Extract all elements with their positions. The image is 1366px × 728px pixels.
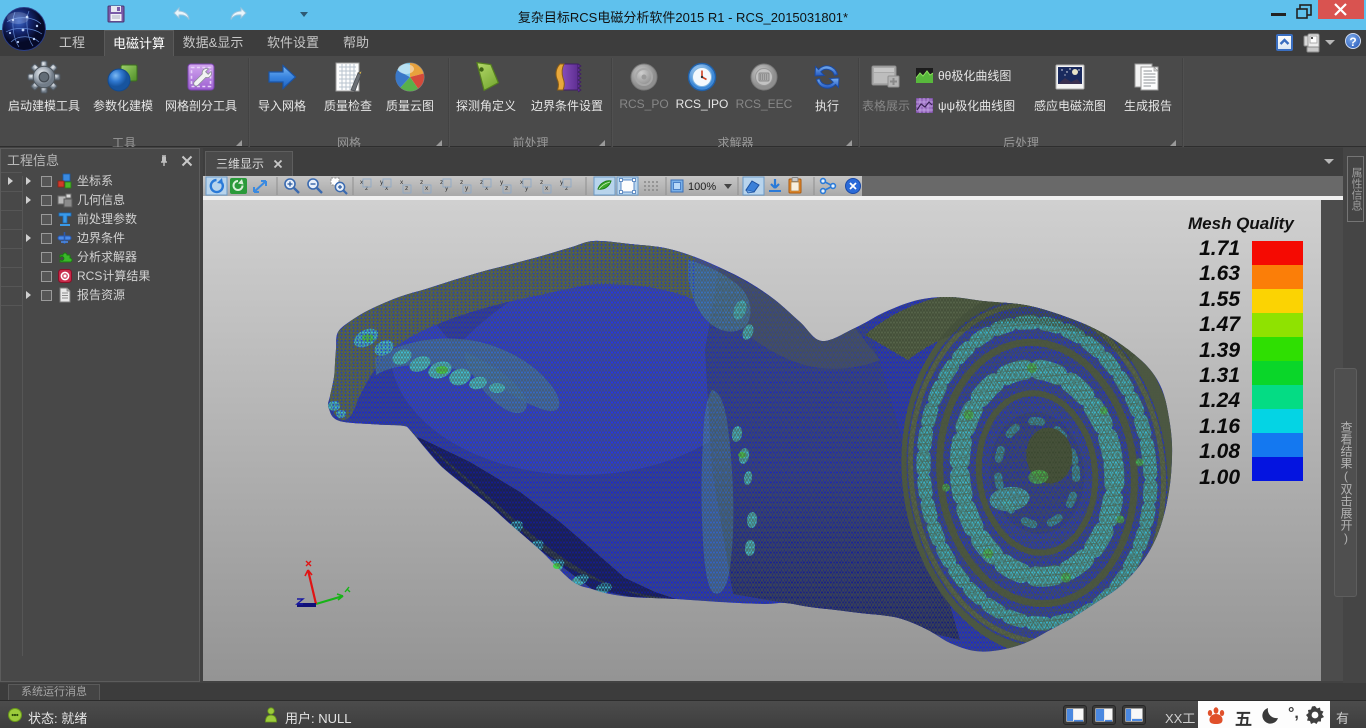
- svg-text:x: x: [545, 185, 549, 192]
- svg-text:z: z: [365, 185, 368, 192]
- svg-text:z: z: [565, 185, 568, 192]
- svg-text:y: y: [445, 185, 449, 192]
- svg-text:x: x: [485, 185, 489, 192]
- svg-text:y: y: [525, 185, 529, 192]
- svg-text:100%: 100%: [688, 181, 716, 193]
- svg-text:y: y: [560, 179, 564, 186]
- svg-text:z: z: [405, 185, 408, 192]
- svg-text:y: y: [465, 185, 469, 192]
- svg-text:x: x: [385, 185, 389, 192]
- svg-text:x: x: [425, 185, 429, 192]
- svg-text:x: x: [520, 179, 524, 186]
- svg-text:z: z: [505, 185, 508, 192]
